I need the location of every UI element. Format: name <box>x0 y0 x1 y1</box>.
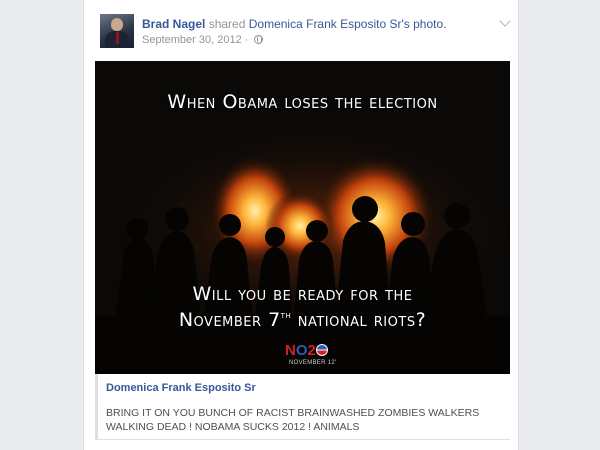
shared-attachment: Domenica Frank Esposito Sr BRING IT ON Y… <box>95 374 510 440</box>
attachment-caption: BRING IT ON YOU BUNCH OF RACIST BRAINWAS… <box>106 407 480 433</box>
avatar[interactable] <box>100 14 134 48</box>
action-text: shared <box>208 17 246 31</box>
campaign-circle-icon <box>315 344 328 356</box>
meme-bottom-text: Will you be ready for the November 7th n… <box>95 283 510 331</box>
logo-date: NOVEMBER 12' <box>289 360 337 366</box>
post-header: Brad Nagel shared Domenica Frank Esposit… <box>142 17 446 32</box>
post-photo[interactable]: When Obama loses the election Will you b… <box>95 61 510 374</box>
source-photo-link[interactable]: Domenica Frank Esposito Sr's photo. <box>249 17 447 31</box>
author-name-link[interactable]: Brad Nagel <box>142 17 205 31</box>
meme-top-text: When Obama loses the election <box>167 91 438 113</box>
post-card: Brad Nagel shared Domenica Frank Esposit… <box>83 0 519 450</box>
attachment-author-link[interactable]: Domenica Frank Esposito Sr <box>106 382 256 394</box>
meme-bottom-line-2: November 7th national riots? <box>178 309 427 331</box>
post-date-link[interactable]: September 30, 2012 <box>142 34 242 46</box>
chevron-down-icon[interactable] <box>499 15 511 27</box>
no2-logo: NO2 NOVEMBER 12' <box>285 342 345 366</box>
globe-icon[interactable] <box>254 35 264 44</box>
meme-bottom-line-1: Will you be ready for the <box>192 283 413 305</box>
post-meta: September 30, 2012 · <box>142 34 264 47</box>
